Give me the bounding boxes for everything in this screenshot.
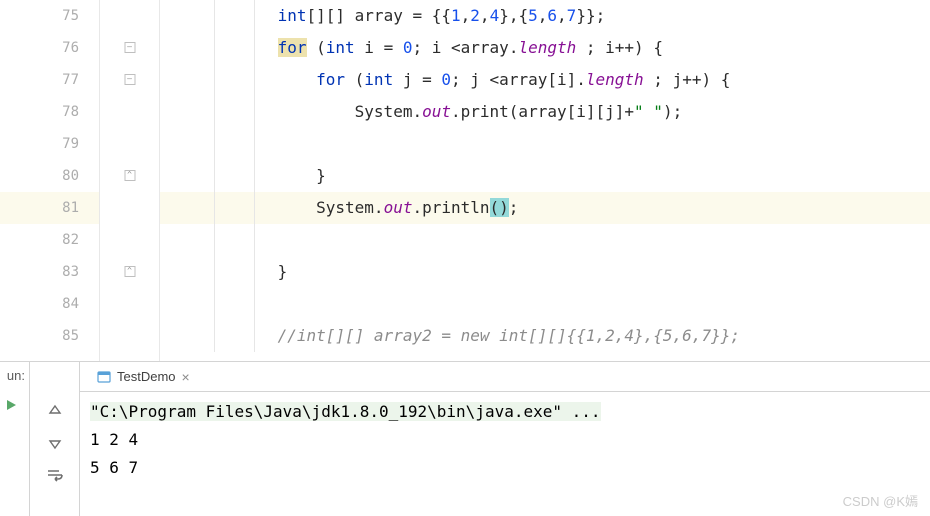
application-icon	[97, 370, 111, 384]
line-number: 80	[0, 160, 99, 192]
run-panel: un: TestDemo × "C:\Program Files\Java\jd…	[0, 362, 930, 516]
line-number: 83	[0, 256, 99, 288]
fold-up-icon[interactable]: ^	[124, 170, 135, 181]
line-number: 76	[0, 32, 99, 64]
arrow-up-icon[interactable]	[46, 402, 64, 420]
code-line[interactable]: for (int j = 0; j <array[i].length ; j++…	[160, 64, 930, 96]
code-line[interactable]: //int[][] array2 = new int[][]{{1,2,4},{…	[160, 320, 930, 352]
run-button-icon[interactable]	[4, 398, 18, 416]
line-number: 78	[0, 96, 99, 128]
console-command: "C:\Program Files\Java\jdk1.8.0_192\bin\…	[90, 402, 601, 421]
code-line[interactable]: }	[160, 256, 930, 288]
run-content: TestDemo × "C:\Program Files\Java\jdk1.8…	[80, 362, 930, 516]
code-line[interactable]: int[][] array = {{1,2,4},{5,6,7}};	[160, 0, 930, 32]
code-line[interactable]	[160, 224, 930, 256]
line-number: 77	[0, 64, 99, 96]
code-area[interactable]: int[][] array = {{1,2,4},{5,6,7}}; for (…	[160, 0, 930, 361]
code-line[interactable]: for (int i = 0; i <array.length ; i++) {	[160, 32, 930, 64]
soft-wrap-icon[interactable]	[46, 466, 64, 484]
watermark: CSDN @K嫣	[843, 491, 918, 510]
run-toolbar	[30, 362, 80, 516]
tab-testdemo[interactable]: TestDemo ×	[88, 366, 199, 388]
console-line: 5 6 7	[90, 454, 920, 482]
code-editor: 75 76 77 78 79 80 81 82 83 84 85 – – ^ ^…	[0, 0, 930, 362]
run-label: un:	[0, 362, 30, 516]
line-gutter: 75 76 77 78 79 80 81 82 83 84 85	[0, 0, 100, 361]
close-icon[interactable]: ×	[182, 369, 190, 385]
code-line-active[interactable]: System.out.println();	[160, 192, 930, 224]
line-number: 79	[0, 128, 99, 160]
indent-guide	[254, 0, 255, 352]
run-tabs: TestDemo ×	[80, 362, 930, 392]
code-line[interactable]: System.out.print(array[i][j]+" ");	[160, 96, 930, 128]
line-number: 75	[0, 0, 99, 32]
code-line[interactable]	[160, 128, 930, 160]
line-number: 84	[0, 288, 99, 320]
code-line[interactable]	[160, 288, 930, 320]
line-number: 85	[0, 320, 99, 352]
line-number: 82	[0, 224, 99, 256]
console-output[interactable]: "C:\Program Files\Java\jdk1.8.0_192\bin\…	[80, 392, 930, 516]
fold-column: – – ^ ^	[100, 0, 160, 361]
code-line[interactable]: }	[160, 160, 930, 192]
fold-up-icon[interactable]: ^	[124, 266, 135, 277]
tab-label: TestDemo	[117, 369, 176, 384]
arrow-down-icon[interactable]	[46, 434, 64, 452]
line-number: 81	[0, 192, 99, 224]
console-line: 1 2 4	[90, 426, 920, 454]
fold-minus-icon[interactable]: –	[124, 42, 135, 53]
fold-minus-icon[interactable]: –	[124, 74, 135, 85]
indent-guide	[214, 0, 215, 352]
